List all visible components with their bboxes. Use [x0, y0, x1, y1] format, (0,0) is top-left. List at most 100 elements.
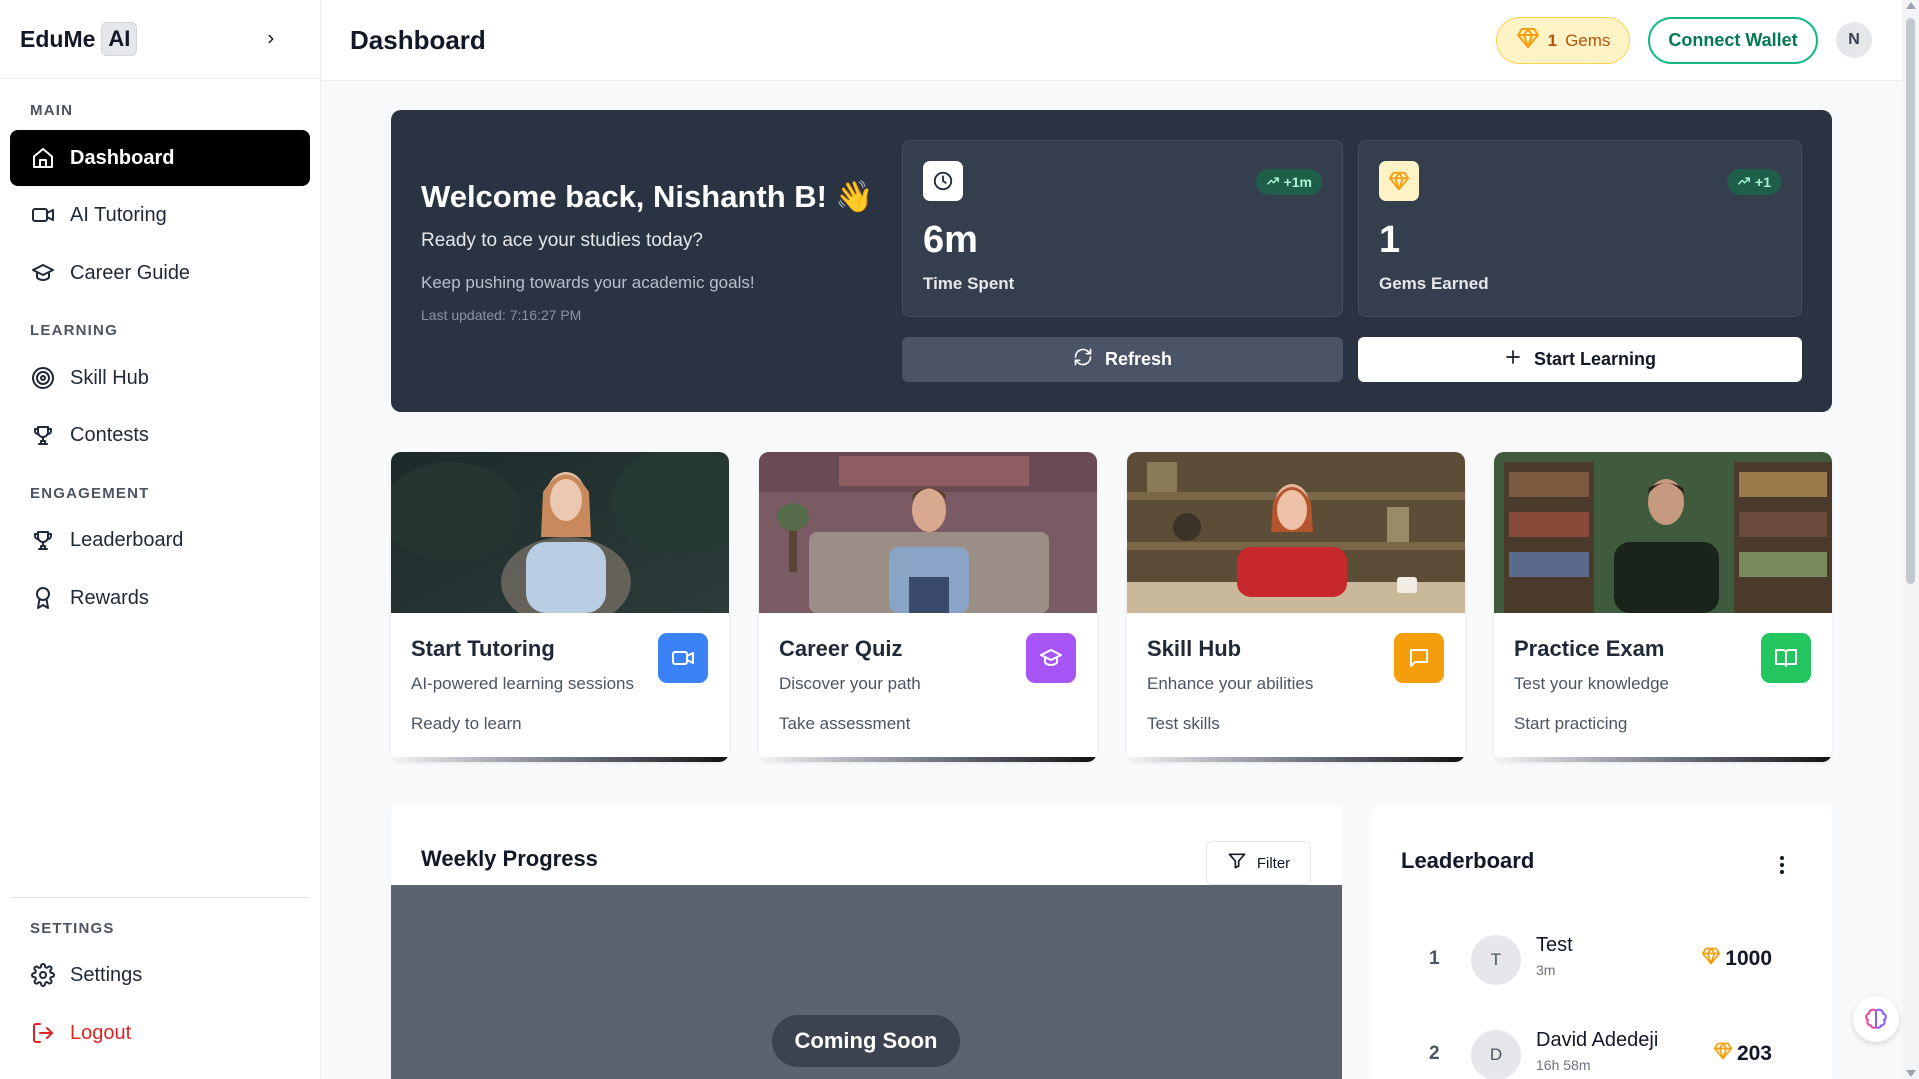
- page-scrollbar[interactable]: [1902, 0, 1919, 1079]
- refresh-label: Refresh: [1104, 349, 1173, 369]
- sidebar-item-label: Dashboard: [70, 146, 175, 169]
- stat-badge-text: +1m: [1283, 174, 1312, 190]
- graduation-cap-icon: [1026, 633, 1076, 683]
- feature-accent-bar: [391, 757, 729, 762]
- career-advisor-photo: [759, 452, 1097, 613]
- filter-button[interactable]: Filter: [1206, 841, 1311, 885]
- welcome-subtitle: Ready to ace your studies today?: [421, 230, 704, 251]
- stat-label: Time Spent: [923, 274, 1015, 293]
- feature-card-practice-exam[interactable]: Practice Exam Test your knowledge Start …: [1494, 452, 1832, 762]
- section-label-main: MAIN: [30, 102, 74, 119]
- avatar: T: [1471, 935, 1521, 985]
- feature-accent-bar: [759, 757, 1097, 762]
- ai-assistant-brain-icon[interactable]: [1853, 996, 1899, 1042]
- exam-coach-photo: [1494, 452, 1832, 613]
- feature-title: Start Tutoring: [411, 636, 555, 661]
- section-label-settings: SETTINGS: [30, 920, 115, 937]
- leaderboard-time: 16h 58m: [1536, 1057, 1591, 1073]
- filter-icon: [1227, 851, 1247, 875]
- coming-soon-badge: Coming Soon: [772, 1015, 960, 1067]
- leaderboard-row[interactable]: 2 D David Adedeji 16h 58m 203: [1371, 1025, 1832, 1079]
- feature-cta: Test skills: [1147, 714, 1220, 733]
- feature-cta: Start practicing: [1514, 714, 1628, 733]
- trophy-icon: [30, 422, 56, 448]
- weekly-progress-panel: Weekly Progress Filter Coming Soon: [391, 803, 1342, 1079]
- target-icon: [30, 365, 56, 391]
- gems-label: Gems: [1565, 30, 1611, 50]
- motivation-text: Keep pushing towards your academic goals…: [421, 273, 755, 292]
- leaderboard-score: 1000: [1701, 946, 1772, 972]
- scroll-up-arrow-icon[interactable]: [1906, 2, 1916, 9]
- home-icon: [30, 145, 56, 171]
- sidebar-item-career-guide[interactable]: Career Guide: [10, 245, 310, 301]
- connect-wallet-button[interactable]: Connect Wallet: [1648, 17, 1818, 64]
- message-icon: [1394, 633, 1444, 683]
- feature-accent-bar: [1494, 757, 1832, 762]
- gem-icon: [1701, 946, 1721, 972]
- weekly-progress-title: Weekly Progress: [421, 846, 598, 871]
- stat-card-time-spent: +1m 6m Time Spent: [902, 140, 1343, 317]
- more-options-icon[interactable]: [1772, 853, 1792, 877]
- stat-badge: +1: [1727, 169, 1781, 195]
- user-avatar[interactable]: N: [1836, 22, 1872, 58]
- start-learning-button[interactable]: Start Learning: [1358, 337, 1802, 382]
- gem-icon: [1713, 1041, 1733, 1067]
- stat-card-gems-earned: +1 1 Gems Earned: [1358, 140, 1802, 317]
- gear-icon: [30, 962, 56, 988]
- sidebar-item-rewards[interactable]: Rewards: [10, 570, 310, 626]
- sidebar-item-label: AI Tutoring: [70, 203, 167, 226]
- video-icon: [30, 202, 56, 228]
- feature-card-start-tutoring[interactable]: Start Tutoring AI-powered learning sessi…: [391, 452, 729, 762]
- sidebar-item-contests[interactable]: Contests: [10, 407, 310, 463]
- sidebar-toggle-chevron-right-icon[interactable]: [260, 28, 282, 50]
- feature-description: Enhance your abilities: [1147, 674, 1314, 693]
- sidebar-item-settings[interactable]: Settings: [10, 947, 310, 1003]
- sidebar-item-label: Leaderboard: [70, 528, 184, 551]
- welcome-text: Welcome back, Nishanth B!: [421, 179, 827, 214]
- feature-description: Discover your path: [779, 674, 921, 693]
- leaderboard-score-value: 1000: [1725, 947, 1772, 970]
- feature-title: Skill Hub: [1147, 636, 1242, 661]
- book-icon: [1761, 633, 1811, 683]
- sidebar-item-label: Rewards: [70, 586, 149, 609]
- feature-card-career-quiz[interactable]: Career Quiz Discover your path Take asse…: [759, 452, 1097, 762]
- refresh-button[interactable]: Refresh: [902, 337, 1343, 382]
- sidebar-item-label: Settings: [70, 963, 143, 986]
- feature-cta: Take assessment: [779, 714, 911, 733]
- feature-card-skill-hub[interactable]: Skill Hub Enhance your abilities Test sk…: [1127, 452, 1465, 762]
- stat-badge: +1m: [1255, 169, 1322, 195]
- sidebar-divider: [10, 897, 310, 898]
- scroll-down-arrow-icon[interactable]: [1906, 1070, 1916, 1077]
- stat-value: 6m: [923, 219, 978, 261]
- page-title: Dashboard: [350, 25, 486, 55]
- welcome-hero: Welcome back, Nishanth B! 👋 Ready to ace …: [391, 110, 1832, 412]
- sidebar-item-label: Logout: [70, 1021, 132, 1044]
- leaderboard-name: Test: [1536, 934, 1573, 956]
- leaderboard-score-value: 203: [1736, 1042, 1772, 1065]
- last-updated: Last updated: 7:16:27 PM: [421, 307, 582, 323]
- wave-emoji-icon: 👋: [834, 179, 874, 214]
- leaderboard-score: 203: [1713, 1041, 1772, 1067]
- feature-cta: Ready to learn: [411, 714, 522, 733]
- start-learning-label: Start Learning: [1533, 349, 1657, 369]
- sidebar-item-logout[interactable]: Logout: [10, 1005, 310, 1061]
- leaderboard-row[interactable]: 1 T Test 3m 1000: [1371, 930, 1832, 990]
- welcome-heading: Welcome back, Nishanth B! 👋: [421, 178, 874, 215]
- brand-ai-badge: AI: [101, 22, 138, 56]
- sidebar-item-dashboard[interactable]: Dashboard: [10, 130, 310, 186]
- feature-description: Test your knowledge: [1514, 674, 1669, 693]
- gems-balance-button[interactable]: 1 Gems: [1496, 17, 1630, 64]
- trophy-icon: [30, 527, 56, 553]
- brand-name: EduMe: [20, 25, 96, 52]
- section-label-learning: LEARNING: [30, 322, 118, 339]
- leaderboard-rank: 2: [1429, 1043, 1440, 1064]
- leaderboard-title: Leaderboard: [1401, 848, 1535, 873]
- leaderboard-time: 3m: [1536, 962, 1556, 978]
- clock-icon: [923, 161, 963, 201]
- sidebar-item-leaderboard[interactable]: Leaderboard: [10, 512, 310, 568]
- skill-mentor-photo: [1127, 452, 1465, 613]
- sidebar-item-skill-hub[interactable]: Skill Hub: [10, 350, 310, 406]
- sidebar-item-ai-tutoring[interactable]: AI Tutoring: [10, 187, 310, 243]
- scroll-thumb[interactable]: [1906, 18, 1915, 584]
- sidebar: EduMe AI MAIN Dashboard AI Tutoring Care…: [0, 0, 321, 1079]
